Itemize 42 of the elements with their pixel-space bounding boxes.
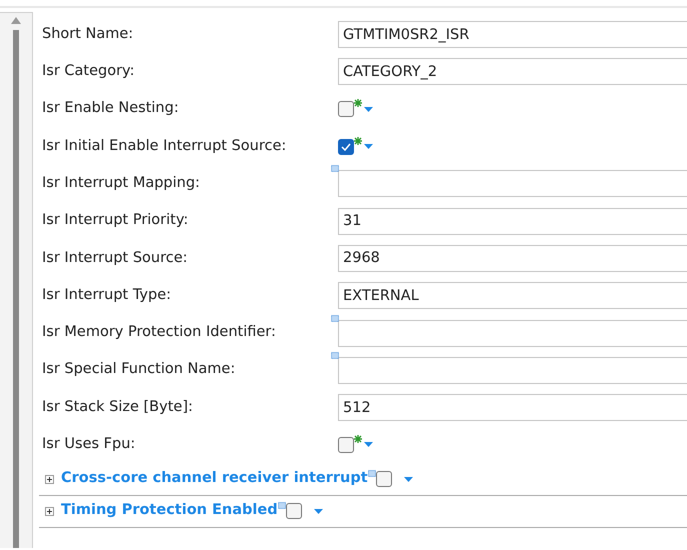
input-field[interactable]: 512 <box>338 394 687 422</box>
field-label: Isr Special Function Name: <box>42 360 236 380</box>
field-label: Isr Interrupt Priority: <box>42 211 190 230</box>
expand-icon[interactable] <box>45 474 54 484</box>
field-label: Isr Initial Enable Interrupt Source: <box>42 136 288 156</box>
asterisk-icon <box>354 136 362 145</box>
input-field[interactable]: 31 <box>338 208 687 235</box>
field-label: Isr Category: <box>42 62 136 82</box>
checkbox[interactable] <box>338 436 354 453</box>
input-field[interactable] <box>338 320 687 347</box>
input-field[interactable] <box>338 356 687 384</box>
checkbox[interactable] <box>338 101 354 118</box>
field-label: Isr Stack Size [Byte]: <box>42 398 194 417</box>
caret-icon[interactable] <box>364 106 373 112</box>
checkbox[interactable] <box>376 471 392 488</box>
input-field[interactable]: 2968 <box>338 244 687 272</box>
marker-icon <box>368 470 376 477</box>
field-label: Isr Interrupt Mapping: <box>42 174 201 193</box>
field-label: Short Name: <box>42 24 134 44</box>
caret-icon[interactable] <box>404 476 413 482</box>
input-field[interactable]: GTMTIM0SR2_ISR <box>338 21 687 48</box>
caret-icon[interactable] <box>364 442 373 448</box>
marker-icon <box>278 502 286 509</box>
field-label: Isr Interrupt Type: <box>42 286 172 305</box>
expand-icon[interactable] <box>45 506 54 516</box>
caret-icon[interactable] <box>314 508 323 514</box>
field-label: Isr Enable Nesting: <box>42 99 180 118</box>
scroll-up-icon[interactable] <box>11 17 21 24</box>
section-title[interactable]: Cross-core channel receiver interrupt <box>61 468 368 490</box>
asterisk-icon <box>354 99 362 108</box>
checkbox[interactable] <box>286 503 302 520</box>
caret-icon[interactable] <box>364 144 373 150</box>
checkbox[interactable] <box>338 138 354 155</box>
section-title[interactable]: Timing Protection Enabled <box>61 500 278 522</box>
input-field[interactable] <box>338 170 687 198</box>
field-label: Isr Uses Fpu: <box>42 435 136 454</box>
input-field[interactable]: CATEGORY_2 <box>338 58 687 86</box>
asterisk-icon <box>354 434 362 443</box>
input-field[interactable]: EXTERNAL <box>338 282 687 310</box>
field-label: Isr Interrupt Source: <box>42 248 189 268</box>
check-icon <box>341 142 351 151</box>
field-label: Isr Memory Protection Identifier: <box>42 323 277 342</box>
